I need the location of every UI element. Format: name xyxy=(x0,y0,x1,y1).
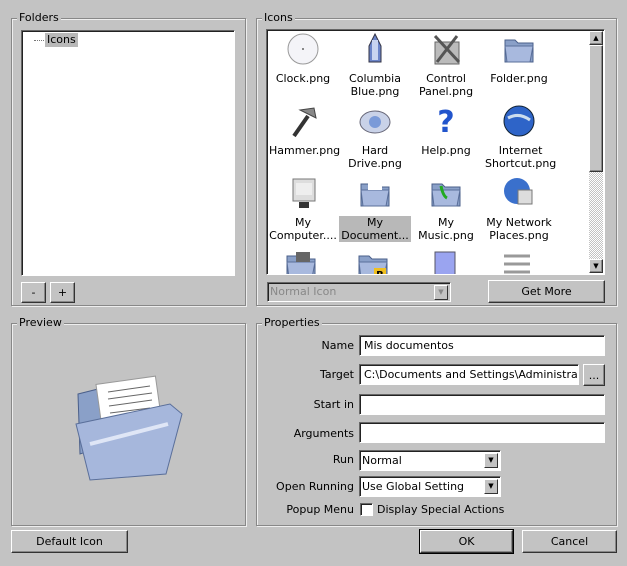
open-running-select[interactable]: Use Global Setting ▼ xyxy=(359,476,501,497)
tree-connector xyxy=(34,40,44,41)
icon-item[interactable]: Columbia Blue.png xyxy=(339,32,411,98)
icon-item[interactable] xyxy=(410,248,482,274)
get-more-button[interactable]: Get More xyxy=(488,280,605,303)
popup-checkbox-label[interactable]: Display Special Actions xyxy=(377,503,504,516)
hard-drive-icon xyxy=(359,110,391,134)
network-icon xyxy=(504,178,533,205)
scroll-thumb[interactable] xyxy=(589,45,603,172)
icon-item[interactable]: My Document... xyxy=(339,176,411,242)
control-panel-icon xyxy=(433,34,461,65)
tools-icon xyxy=(504,254,530,274)
hammer-icon xyxy=(292,107,317,138)
startin-input[interactable] xyxy=(359,394,605,415)
icon-mode-value: Normal Icon xyxy=(270,285,337,298)
icons-title: Icons xyxy=(262,11,295,24)
icon-item-label: Hammer.png xyxy=(269,144,341,157)
icon-item-label: Columbia Blue.png xyxy=(349,72,401,98)
name-label: Name xyxy=(321,339,354,352)
icon-item-label: My Music.png xyxy=(418,216,474,242)
icon-item[interactable]: My Network Places.png xyxy=(483,176,555,242)
remove-folder-button[interactable]: - xyxy=(21,282,46,303)
arguments-input[interactable] xyxy=(359,422,605,443)
icon-item[interactable]: ? Help.png xyxy=(410,104,482,157)
tree-item-icons[interactable]: Icons xyxy=(45,33,78,47)
folders-title: Folders xyxy=(17,11,61,24)
chevron-down-icon: ▼ xyxy=(484,479,498,494)
icon-item[interactable]: My Music.png xyxy=(410,176,482,242)
documents-folder-preview-icon xyxy=(75,375,183,481)
icon-item[interactable]: Internet Shortcut.png xyxy=(483,104,557,170)
folder-icon xyxy=(504,39,534,63)
icon-item[interactable]: Hammer.png xyxy=(267,104,341,157)
folder-tree[interactable]: Icons xyxy=(21,30,235,276)
icon-list[interactable]: R My Network Places.png My Music.png My Doc… xyxy=(266,29,605,275)
icon-item[interactable]: My Computer.... xyxy=(267,176,339,242)
run-label: Run xyxy=(332,453,354,466)
globe-icon xyxy=(503,105,535,137)
icon-item[interactable]: Clock.png xyxy=(267,32,339,85)
svg-text:R: R xyxy=(376,270,384,275)
properties-title: Properties xyxy=(262,316,322,329)
icon-item-label: Control Panel.png xyxy=(418,72,474,98)
browse-target-button[interactable]: ... xyxy=(583,364,605,386)
pictures-folder-icon xyxy=(286,252,316,274)
icon-item-label: My Document... xyxy=(339,216,411,242)
icon-item[interactable] xyxy=(267,248,339,274)
scrollbar[interactable]: ▲ ▼ xyxy=(589,31,603,273)
preview-group: Preview xyxy=(11,317,246,526)
computer-icon xyxy=(292,178,316,208)
icon-item-label: Help.png xyxy=(421,144,471,157)
target-input[interactable]: C:\Documents and Settings\Administrador\… xyxy=(359,364,579,385)
icon-item-label: My Network Places.png xyxy=(486,216,552,242)
icon-mode-select[interactable]: Normal Icon ▼ xyxy=(267,282,451,302)
open-running-value: Use Global Setting xyxy=(362,480,465,493)
default-icon-button[interactable]: Default Icon xyxy=(11,530,128,553)
icon-item-label: Internet Shortcut.png xyxy=(485,144,557,170)
popup-checkbox[interactable] xyxy=(360,503,373,516)
chevron-down-icon: ▼ xyxy=(434,285,448,300)
icon-item[interactable]: Hard Drive.png xyxy=(339,104,411,170)
add-folder-button[interactable]: + xyxy=(50,282,75,303)
ok-button[interactable]: OK xyxy=(419,529,514,554)
preview-title: Preview xyxy=(17,316,64,329)
cancel-button[interactable]: Cancel xyxy=(522,530,617,553)
scroll-down-button[interactable]: ▼ xyxy=(589,259,603,273)
icon-item-label: Folder.png xyxy=(490,72,548,85)
icon-item-label: Hard Drive.png xyxy=(348,144,402,170)
name-input[interactable]: Mis documentos xyxy=(359,335,605,356)
open-running-label: Open Running xyxy=(276,480,354,493)
icon-item[interactable] xyxy=(483,248,555,274)
icon-item-label: My Computer.... xyxy=(269,216,337,242)
icon-item[interactable]: Folder.png xyxy=(483,32,555,85)
arguments-label: Arguments xyxy=(293,427,354,440)
chevron-down-icon: ▼ xyxy=(484,453,498,468)
clock-icon xyxy=(287,33,319,65)
documents-folder-icon xyxy=(360,182,390,207)
shuttle-icon xyxy=(368,32,382,63)
music-folder-icon xyxy=(431,183,461,207)
startin-label: Start in xyxy=(313,398,354,411)
target-label: Target xyxy=(319,368,354,381)
r-folder-icon: R xyxy=(358,255,388,275)
scroll-up-button[interactable]: ▲ xyxy=(589,31,603,45)
notepad-icon xyxy=(434,251,456,274)
icon-item[interactable]: R xyxy=(339,248,411,275)
run-select[interactable]: Normal ▼ xyxy=(359,450,501,471)
icon-item-label: Clock.png xyxy=(275,72,331,85)
run-value: Normal xyxy=(362,454,402,467)
icon-item[interactable]: Control Panel.png xyxy=(410,32,482,98)
svg-text:?: ? xyxy=(437,105,454,138)
help-icon: ? xyxy=(437,105,454,140)
popup-menu-label: Popup Menu xyxy=(286,503,354,516)
